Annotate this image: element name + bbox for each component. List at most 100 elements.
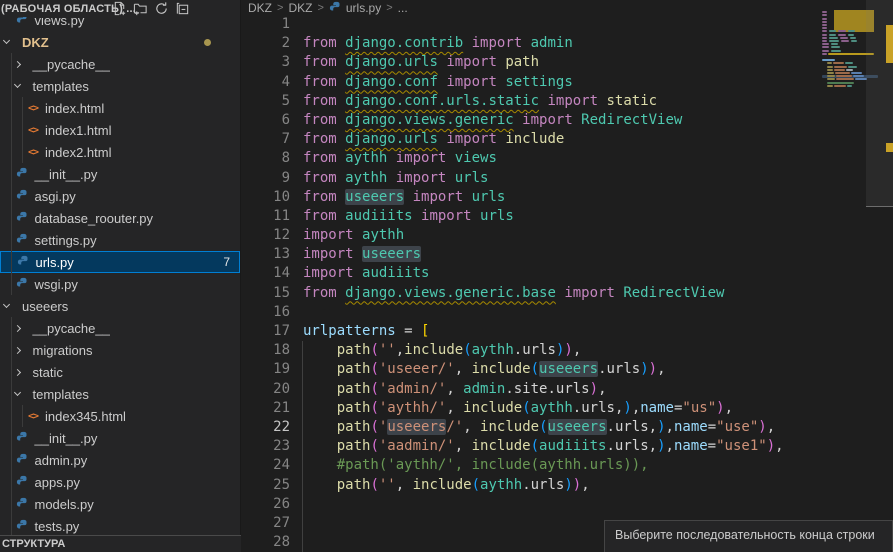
minimap-line — [829, 30, 836, 32]
minimap-line — [822, 43, 829, 45]
minimap-line — [848, 66, 857, 68]
collapse-all-icon[interactable] — [175, 1, 190, 16]
code-line[interactable]: 16 — [241, 303, 893, 322]
code-text: path('admin/', admin.site.urls), — [290, 381, 607, 397]
code-area[interactable]: 12from django.contrib import admin3from … — [241, 15, 893, 552]
tree-item--init-py[interactable]: __init__.py — [0, 163, 240, 185]
minimap-line — [827, 85, 833, 87]
tree-item-index345-html[interactable]: <>index345.html — [0, 405, 240, 427]
code-line[interactable]: 23 path('aadmin/', include(audiiits.urls… — [241, 437, 893, 456]
tree-item--pycache-[interactable]: __pycache__ — [0, 53, 240, 75]
code-line[interactable]: 25 path('', include(aythh.urls)), — [241, 476, 893, 495]
python-file-icon — [15, 496, 31, 512]
code-text: path('aythh/', include(aythh.urls,),name… — [290, 400, 733, 416]
code-line[interactable]: 1 — [241, 15, 893, 34]
tree-item-index-html[interactable]: <>index.html — [0, 97, 240, 119]
code-line[interactable]: 12import aythh — [241, 226, 893, 245]
chevron-down-icon — [13, 81, 20, 88]
tree-item-settings-py[interactable]: settings.py — [0, 229, 240, 251]
tree-item-templates[interactable]: templates — [0, 383, 240, 405]
code-line[interactable]: 18 path('',include(aythh.urls)), — [241, 341, 893, 360]
breadcrumb-item[interactable]: ... — [398, 1, 408, 15]
tree-item-index1-html[interactable]: <>index1.html — [0, 119, 240, 141]
new-file-icon[interactable] — [112, 1, 127, 16]
line-number: 26 — [241, 495, 290, 514]
tree-item-label: wsgi.py — [35, 277, 78, 292]
line-number: 12 — [241, 226, 290, 245]
tree-item-label: __pycache__ — [33, 57, 110, 72]
line-number: 5 — [241, 92, 290, 111]
tree-item-index2-html[interactable]: <>index2.html — [0, 141, 240, 163]
code-text: path('useeers/', include(useeers.urls,),… — [290, 419, 775, 435]
tree-item-useeers[interactable]: useeers — [0, 295, 240, 317]
code-line[interactable]: 10from useeers import urls — [241, 188, 893, 207]
html-file-icon: <> — [25, 144, 41, 160]
tree-indent-guide — [22, 405, 23, 427]
new-folder-icon[interactable] — [133, 1, 148, 16]
code-line[interactable]: 2from django.contrib import admin — [241, 34, 893, 53]
code-line[interactable]: 7from django.urls import include — [241, 130, 893, 149]
code-line[interactable]: 24 #path('aythh/', include(aythh.urls)), — [241, 456, 893, 475]
tree-item-admin-py[interactable]: admin.py — [0, 449, 240, 471]
chevron-right-icon — [13, 346, 20, 353]
code-line[interactable]: 4from django.conf import settings — [241, 73, 893, 92]
tree-item-static[interactable]: static — [0, 361, 240, 383]
code-line[interactable]: 15from django.views.generic.base import … — [241, 284, 893, 303]
minimap-line — [827, 82, 854, 84]
breadcrumb-item[interactable]: DKZ — [248, 1, 272, 15]
code-line[interactable]: 11from audiiits import urls — [241, 207, 893, 226]
tree-indent-guide — [22, 97, 23, 163]
python-file-icon — [16, 254, 32, 270]
tree-item-label: settings.py — [35, 233, 97, 248]
minimap-line — [827, 69, 833, 71]
code-text: import aythh — [290, 227, 404, 243]
tree-item-tests-py[interactable]: tests.py — [0, 515, 240, 537]
minimap-line — [845, 62, 853, 64]
code-line[interactable]: 20 path('admin/', admin.site.urls), — [241, 380, 893, 399]
line-number: 19 — [241, 360, 290, 379]
code-line[interactable]: 22 path('useeers/', include(useeers.urls… — [241, 418, 893, 437]
code-line[interactable]: 13import useeers — [241, 245, 893, 264]
tree-item--pycache-[interactable]: __pycache__ — [0, 317, 240, 339]
tree-item-urls-py[interactable]: urls.py7 — [0, 251, 240, 273]
tree-item-models-py[interactable]: models.py — [0, 493, 240, 515]
minimap-line — [829, 37, 838, 39]
code-text: urlpatterns = [ — [290, 323, 429, 339]
code-line[interactable]: 8from aythh import views — [241, 149, 893, 168]
tree-item-migrations[interactable]: migrations — [0, 339, 240, 361]
code-line[interactable]: 3from django.urls import path — [241, 53, 893, 72]
code-line[interactable]: 5from django.conf.urls.static import sta… — [241, 92, 893, 111]
minimap-line — [853, 75, 864, 77]
code-text: path('aadmin/', include(audiiits.urls,),… — [290, 438, 784, 454]
code-line[interactable]: 19 path('useeer/', include(useeers.urls)… — [241, 360, 893, 379]
tree-item-database-roouter-py[interactable]: database_roouter.py — [0, 207, 240, 229]
outline-section-header[interactable]: СТРУКТУРА — [0, 535, 241, 552]
tree-item--init-py[interactable]: __init__.py — [0, 427, 240, 449]
code-line[interactable]: 17urlpatterns = [ — [241, 322, 893, 341]
code-text: from django.views.generic.base import Re… — [290, 285, 724, 301]
refresh-icon[interactable] — [154, 1, 169, 16]
python-file-icon — [15, 430, 31, 446]
minimap-line — [848, 34, 854, 36]
line-number: 28 — [241, 533, 290, 552]
overview-ruler-warning-mark — [886, 25, 893, 63]
tree-item-templates[interactable]: templates — [0, 75, 240, 97]
vertical-scrollbar[interactable] — [866, 0, 893, 552]
code-line[interactable]: 14import audiiits — [241, 264, 893, 283]
tree-item-apps-py[interactable]: apps.py — [0, 471, 240, 493]
code-line[interactable]: 6from django.views.generic import Redire… — [241, 111, 893, 130]
tree-item-label: __pycache__ — [33, 321, 110, 336]
code-line[interactable]: 26 — [241, 495, 893, 514]
code-text: from django.conf import settings — [290, 74, 573, 90]
code-line[interactable]: 21 path('aythh/', include(aythh.urls,),n… — [241, 399, 893, 418]
tree-item-dkz[interactable]: DKZ — [0, 31, 240, 53]
minimap-line — [822, 40, 827, 42]
tree-item-asgi-py[interactable]: asgi.py — [0, 185, 240, 207]
breadcrumb-item[interactable]: DKZ — [288, 1, 312, 15]
breadcrumb-item[interactable]: urls.py — [329, 1, 381, 15]
code-line[interactable]: 9from aythh import urls — [241, 169, 893, 188]
tree-item-wsgi-py[interactable]: wsgi.py — [0, 273, 240, 295]
code-text — [290, 304, 303, 320]
explorer-section-header[interactable]: (РАБОЧАЯ ОБЛАСТЬ) ... — [0, 0, 240, 17]
breadcrumb-separator-icon: > — [317, 2, 323, 14]
